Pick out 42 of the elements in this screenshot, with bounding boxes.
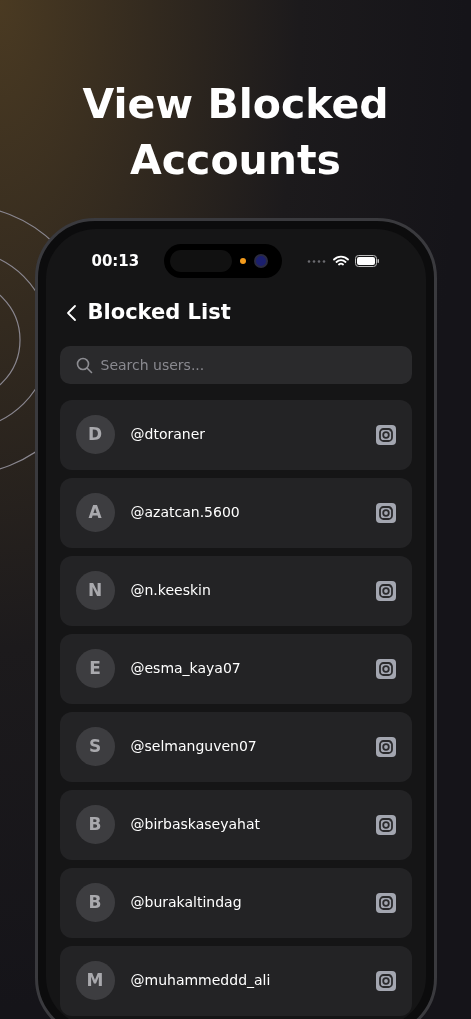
avatar: N — [75, 571, 115, 610]
avatar: B — [75, 805, 115, 844]
username: @n.keeskin — [130, 581, 212, 600]
search-icon — [75, 356, 93, 374]
user-row[interactable]: N @n.keeskin — [59, 555, 412, 626]
avatar: E — [75, 649, 115, 688]
username: @burakaltindag — [130, 893, 243, 912]
search-field[interactable]: Search users... — [59, 345, 412, 384]
status-time: 00:13 — [91, 250, 140, 272]
camera-icon — [375, 502, 396, 523]
wifi-icon — [332, 255, 349, 267]
user-row[interactable]: D @dtoraner — [59, 399, 412, 470]
camera-icon — [375, 580, 396, 601]
avatar: M — [75, 961, 115, 1000]
camera-icon — [375, 424, 396, 445]
user-row[interactable]: M @muhammeddd_ali — [59, 945, 412, 1016]
signal-icon — [306, 259, 327, 263]
camera-icon — [375, 970, 396, 991]
username: @muhammeddd_ali — [130, 971, 272, 990]
camera-icon — [375, 658, 396, 679]
username: @dtoraner — [130, 425, 207, 444]
back-icon — [65, 303, 78, 322]
username: @azatcan.5600 — [130, 503, 241, 522]
avatar: S — [75, 727, 115, 766]
camera-icon — [375, 736, 396, 757]
back-button[interactable] — [65, 303, 78, 322]
user-row[interactable]: S @selmanguven07 — [59, 711, 412, 782]
username: @esma_kaya07 — [130, 659, 242, 678]
battery-icon — [354, 255, 380, 267]
camera-icon — [375, 892, 396, 913]
avatar: A — [75, 493, 115, 532]
user-row[interactable]: B @birbaskaseyahat — [59, 789, 412, 860]
page-title: Blocked List — [87, 299, 231, 326]
avatar: B — [75, 883, 115, 922]
avatar: D — [75, 415, 115, 454]
user-row[interactable]: E @esma_kaya07 — [59, 633, 412, 704]
username: @birbaskaseyahat — [130, 815, 261, 834]
camera-icon — [375, 814, 396, 835]
headline: View Blocked Accounts — [81, 79, 390, 186]
username: @selmanguven07 — [130, 737, 258, 756]
user-row[interactable]: B @burakaltindag — [59, 867, 412, 938]
user-row[interactable]: A @azatcan.5600 — [59, 477, 412, 548]
